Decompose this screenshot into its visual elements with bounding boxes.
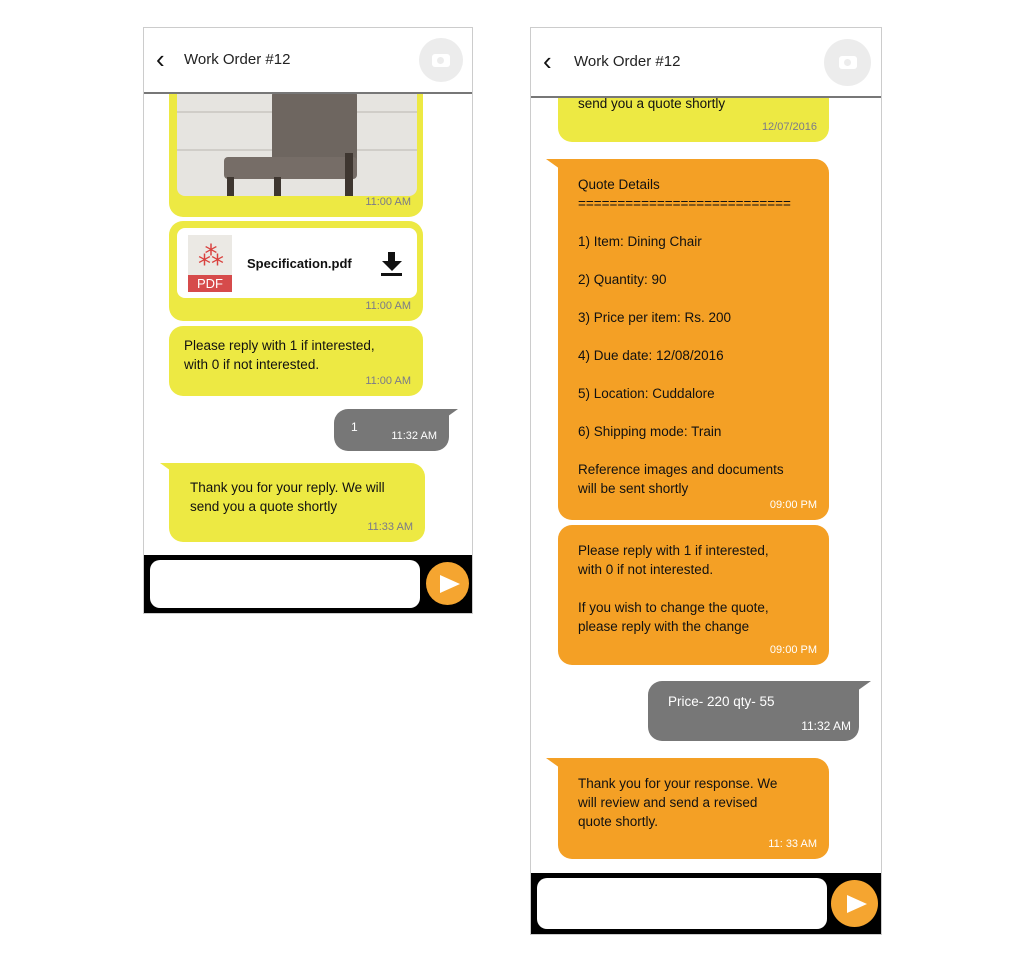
message-text: Thank you for your reply. We will send y… — [190, 480, 385, 514]
compose-bar — [144, 555, 472, 613]
pdf-icon: ⁂ PDF — [188, 235, 232, 292]
sent-message-bubble: 1 11:32 AM — [334, 409, 449, 451]
message-time: 11:00 AM — [365, 300, 411, 312]
message-bubble: Please reply with 1 if interested, with … — [558, 525, 829, 665]
message-input[interactable] — [537, 878, 827, 929]
chat-title: Work Order #12 — [574, 53, 681, 70]
message-time: 11:33 AM — [367, 521, 413, 533]
quote-details-bubble: Quote Details ==========================… — [558, 159, 829, 520]
chat-title: Work Order #12 — [184, 51, 291, 68]
message-time: 11:00 AM — [365, 375, 411, 387]
camera-button[interactable] — [419, 38, 463, 82]
file-message: ⁂ PDF Specification.pdf 11:00 AM — [169, 221, 423, 321]
message-text: Thank you for your response. We will rev… — [578, 776, 778, 829]
message-time: 09:00 PM — [769, 644, 817, 656]
back-arrow-icon[interactable]: ‹ — [156, 44, 165, 75]
message-text: Please reply with 1 if interested, with … — [184, 338, 375, 372]
send-icon — [439, 574, 460, 593]
camera-button[interactable] — [824, 39, 871, 86]
message-text: Price- 220 qty- 55 — [668, 694, 775, 709]
message-bubble: Please reply with 1 if interested, with … — [169, 326, 423, 396]
message-text: Please reply with 1 if interested, with … — [578, 543, 769, 634]
chat-screen-left: ‹ Work Order #12 11:00 AM ⁂ PDF Specific… — [143, 27, 473, 614]
message-time: 11:32 AM — [801, 719, 851, 733]
file-name: Specification.pdf — [247, 256, 352, 271]
camera-icon — [838, 56, 857, 69]
chat-header: ‹ Work Order #12 — [531, 28, 881, 98]
send-button[interactable] — [426, 562, 469, 605]
message-bubble: Thank you for your response. We will rev… — [558, 758, 829, 859]
chat-header: ‹ Work Order #12 — [144, 28, 472, 94]
message-input[interactable] — [150, 560, 420, 608]
sent-message-bubble: Price- 220 qty- 55 11:32 AM — [648, 681, 859, 741]
chat-screen-right: ‹ Work Order #12 send you a quote shortl… — [530, 27, 882, 935]
send-icon — [846, 894, 867, 913]
send-button[interactable] — [831, 880, 878, 927]
compose-bar — [531, 873, 881, 934]
back-arrow-icon[interactable]: ‹ — [543, 46, 552, 77]
message-time: 09:00 PM — [769, 499, 817, 511]
chair-image — [177, 93, 417, 196]
camera-icon — [432, 53, 450, 67]
message-time: 11:32 AM — [391, 430, 437, 442]
message-bubble: Thank you for your reply. We will send y… — [169, 463, 425, 542]
download-icon[interactable] — [381, 252, 403, 276]
message-time: 12/07/2016 — [761, 121, 817, 133]
message-time: 11:00 AM — [365, 196, 411, 208]
message-time: 11: 33 AM — [768, 838, 817, 850]
message-text: Quote Details ==========================… — [578, 177, 791, 496]
file-card[interactable]: ⁂ PDF Specification.pdf — [177, 228, 417, 298]
